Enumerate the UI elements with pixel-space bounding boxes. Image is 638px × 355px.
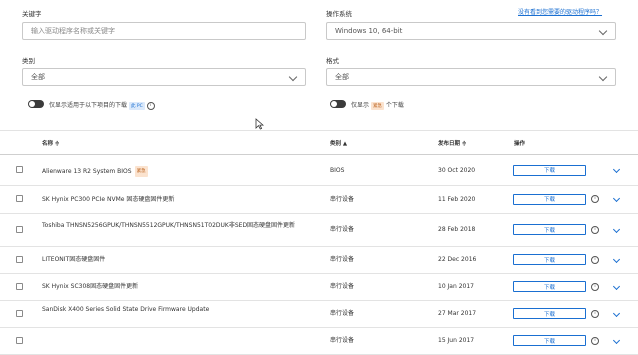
info-icon[interactable]: i bbox=[591, 309, 599, 318]
table-top-divider bbox=[0, 130, 638, 131]
row-name-text[interactable]: SanDisk X400 Series Solid State Drive Fi… bbox=[42, 306, 209, 313]
row-date: 27 Mar 2017 bbox=[438, 310, 477, 317]
download-button[interactable]: 下载 bbox=[513, 281, 586, 292]
row-name[interactable]: SK Hynix PC300 PCIe NVMe 固态硬盘固件更新 bbox=[42, 195, 314, 204]
this-pc-toggle[interactable] bbox=[28, 100, 44, 108]
os-value: Windows 10, 64-bit bbox=[335, 27, 403, 35]
urgent-badge: 紧急 bbox=[134, 165, 148, 177]
mouse-cursor-icon bbox=[255, 118, 264, 130]
row-name[interactable]: LITEONIT固态硬盘固件 bbox=[42, 255, 314, 264]
os-select[interactable]: Windows 10, 64-bit bbox=[326, 22, 616, 40]
row-name-text[interactable]: SK Hynix PC300 PCIe NVMe 固态硬盘固件更新 bbox=[42, 196, 174, 203]
download-button[interactable]: 下载 bbox=[513, 308, 586, 319]
row-checkbox[interactable] bbox=[16, 225, 23, 233]
row-divider bbox=[0, 273, 638, 274]
download-button[interactable]: 下载 bbox=[513, 193, 586, 205]
format-select[interactable]: 全部 bbox=[326, 68, 616, 86]
info-icon[interactable]: i bbox=[146, 101, 155, 110]
row-name[interactable]: Toshiba THNSN5256GPUK/THNSN5512GPUK/THNS… bbox=[42, 221, 314, 230]
info-icon[interactable]: i bbox=[591, 255, 599, 264]
column-header-category[interactable]: 类别 ▲ bbox=[330, 139, 347, 147]
info-icon[interactable]: i bbox=[591, 336, 599, 345]
chevron-down-icon bbox=[598, 72, 608, 82]
category-select[interactable]: 全部 bbox=[22, 68, 306, 86]
table-header-divider bbox=[0, 154, 638, 155]
row-date: 28 Feb 2018 bbox=[438, 226, 476, 233]
row-checkbox[interactable] bbox=[16, 195, 23, 202]
row-name-text[interactable]: Alienware 13 R2 System BIOS bbox=[42, 168, 132, 175]
chevron-down-icon[interactable] bbox=[612, 255, 621, 263]
keyword-label: 关键字 bbox=[22, 10, 42, 18]
urgent-badge: 紧急 bbox=[370, 101, 384, 110]
download-button[interactable]: 下载 bbox=[513, 164, 586, 176]
category-value: 全部 bbox=[31, 73, 45, 81]
row-checkbox[interactable] bbox=[16, 282, 23, 290]
help-link[interactable]: 没有看到您需要的驱动程序吗？ bbox=[518, 7, 602, 16]
row-divider bbox=[0, 246, 638, 247]
this-pc-badge: 此 PC bbox=[128, 101, 145, 110]
urgent-toggle[interactable] bbox=[330, 100, 346, 108]
column-header-date[interactable]: 发布日期 ≑ bbox=[438, 139, 467, 147]
row-category: 串行设备 bbox=[330, 337, 355, 344]
chevron-down-icon bbox=[598, 26, 608, 36]
chevron-down-icon[interactable] bbox=[612, 336, 621, 344]
toggle-knob bbox=[29, 101, 35, 107]
chevron-down-icon[interactable] bbox=[612, 309, 621, 317]
row-category: 串行设备 bbox=[330, 195, 355, 203]
info-icon[interactable]: i bbox=[591, 195, 599, 203]
info-icon[interactable]: i bbox=[591, 225, 599, 234]
toggle2-label: 仅显示 bbox=[351, 102, 370, 109]
row-category: 串行设备 bbox=[330, 310, 355, 317]
column-header-name[interactable]: 名称 ≑ bbox=[42, 139, 60, 147]
row-date: 15 Jun 2017 bbox=[438, 337, 475, 344]
row-date: 11 Feb 2020 bbox=[438, 195, 476, 203]
row-checkbox[interactable] bbox=[16, 255, 23, 263]
row-name-text[interactable]: LITEONIT固态硬盘固件 bbox=[42, 256, 105, 263]
row-category: 串行设备 bbox=[330, 256, 355, 263]
column-header-action: 操作 bbox=[514, 141, 526, 147]
row-divider bbox=[0, 327, 638, 328]
keyword-placeholder: 输入驱动程序名称或关键字 bbox=[31, 27, 115, 35]
row-date: 10 Jan 2017 bbox=[438, 283, 474, 290]
chevron-down-icon[interactable] bbox=[612, 194, 621, 203]
download-button[interactable]: 下载 bbox=[513, 335, 586, 346]
row-divider bbox=[0, 213, 638, 214]
row-name-text[interactable]: Toshiba THNSN5256GPUK/THNSN5512GPUK/THNS… bbox=[42, 222, 295, 229]
format-label: 格式 bbox=[326, 57, 339, 65]
row-checkbox[interactable] bbox=[16, 309, 23, 317]
chevron-down-icon bbox=[288, 72, 298, 82]
row-category: 串行设备 bbox=[330, 226, 355, 233]
toggle2-suffix: 个下载 bbox=[385, 102, 404, 109]
toggle1-label: 仅显示适用于以下项目的下载 bbox=[49, 102, 128, 109]
row-name[interactable]: SK Hynix SC308固态硬盘固件更新 bbox=[42, 282, 314, 291]
keyword-input[interactable]: 输入驱动程序名称或关键字 bbox=[22, 22, 306, 40]
urgent-toggle-row: 仅显示 紧急 个下载 bbox=[351, 100, 404, 110]
info-icon[interactable]: i bbox=[591, 282, 599, 291]
download-button[interactable]: 下载 bbox=[513, 224, 586, 235]
chevron-down-icon[interactable] bbox=[612, 282, 621, 290]
chevron-down-icon[interactable] bbox=[612, 165, 621, 174]
row-divider bbox=[0, 300, 638, 301]
category-label: 类别 bbox=[22, 57, 35, 65]
this-pc-toggle-row: 仅显示适用于以下项目的下载 此 PC i bbox=[49, 100, 155, 110]
format-value: 全部 bbox=[335, 73, 349, 81]
row-name-text[interactable]: SK Hynix SC308固态硬盘固件更新 bbox=[42, 283, 138, 290]
row-name[interactable]: SanDisk X400 Series Solid State Drive Fi… bbox=[42, 305, 314, 314]
chevron-down-icon[interactable] bbox=[612, 225, 621, 233]
row-date: 22 Dec 2016 bbox=[438, 256, 477, 263]
row-name[interactable]: Alienware 13 R2 System BIOS 紧急 bbox=[42, 165, 314, 177]
row-checkbox[interactable] bbox=[16, 166, 23, 173]
row-category: 串行设备 bbox=[330, 283, 355, 290]
row-checkbox[interactable] bbox=[16, 336, 23, 344]
row-divider bbox=[0, 185, 638, 186]
toggle-knob bbox=[331, 101, 337, 107]
row-category: BIOS bbox=[330, 166, 345, 174]
os-label: 操作系统 bbox=[326, 10, 352, 18]
row-date: 30 Oct 2020 bbox=[438, 166, 476, 174]
download-button[interactable]: 下载 bbox=[513, 254, 586, 265]
